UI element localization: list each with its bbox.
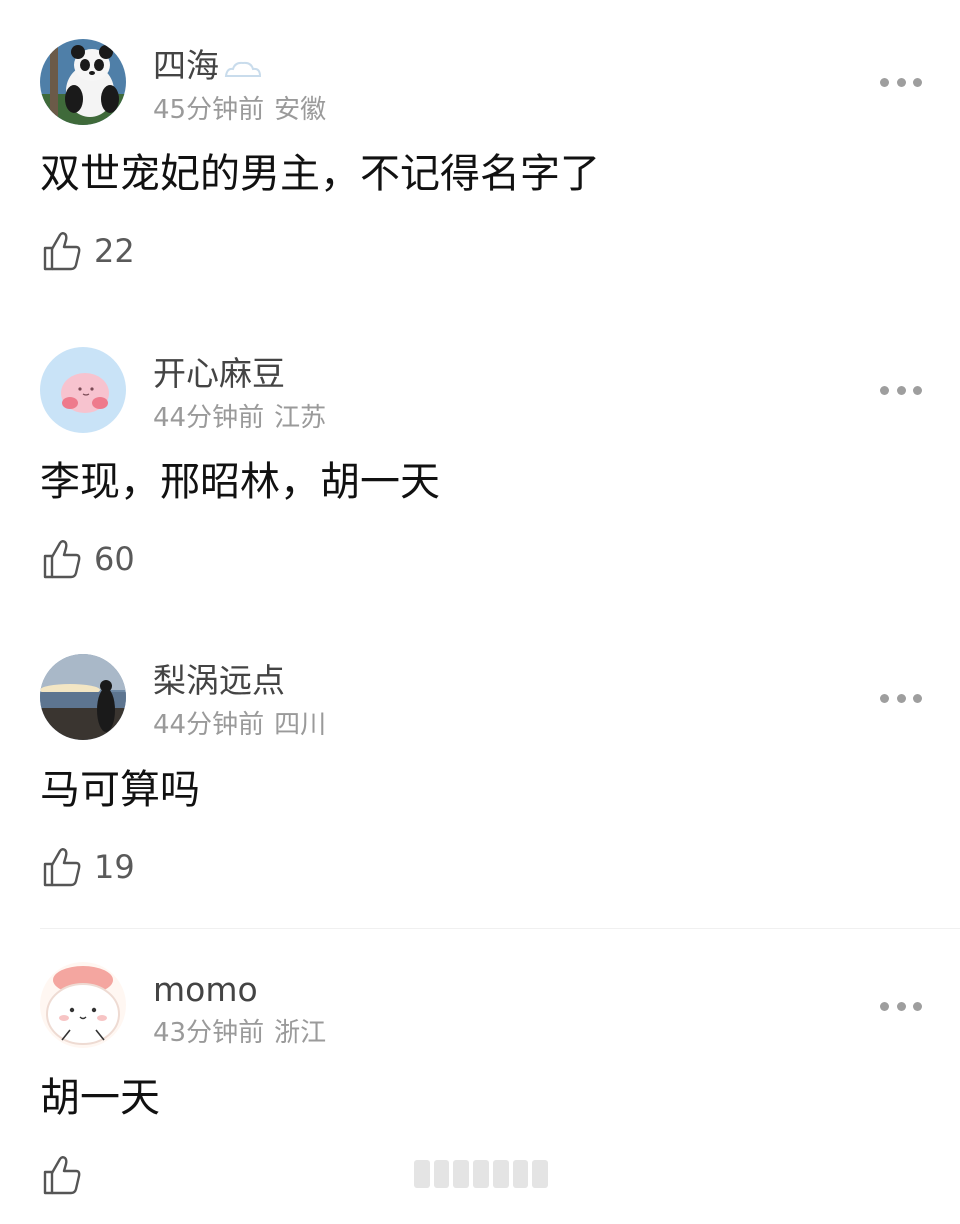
- like-button[interactable]: 19: [42, 845, 135, 889]
- like-button[interactable]: 22: [42, 229, 135, 273]
- like-button[interactable]: 60: [42, 537, 135, 581]
- comment-meta: 45分钟前 安徽: [153, 94, 326, 126]
- comment-text: 李现，邢昭林，胡一天: [40, 459, 440, 505]
- comment-time: 43分钟前: [153, 1018, 265, 1048]
- comment-time: 44分钟前: [153, 710, 265, 740]
- more-options-icon[interactable]: [880, 75, 922, 89]
- comment-text: 马可算吗: [40, 767, 200, 813]
- username[interactable]: 四海: [153, 46, 263, 88]
- comment-location: 安徽: [274, 95, 327, 125]
- comment-time: 44分钟前: [153, 403, 265, 433]
- avatar[interactable]: [40, 962, 126, 1048]
- comment-item: 四海 45分钟前 安徽 双世宠妃的男主，不记得名字了 22: [0, 0, 960, 300]
- more-options-icon[interactable]: [880, 999, 922, 1013]
- comment-meta: 44分钟前 四川: [153, 709, 326, 741]
- like-count: 60: [94, 540, 135, 578]
- thumbs-up-icon: [43, 1156, 81, 1195]
- comment-location: 浙江: [274, 1018, 327, 1048]
- cute-bun-avatar-icon: [40, 962, 126, 1048]
- comment-meta: 44分钟前 江苏: [153, 402, 326, 434]
- comment-item: 开心麻豆 44分钟前 江苏 李现，邢昭林，胡一天 60: [0, 308, 960, 608]
- username[interactable]: 开心麻豆: [153, 354, 285, 394]
- username[interactable]: 梨涡远点: [153, 661, 285, 701]
- thumbs-up-icon: [43, 848, 81, 887]
- comment-meta: 43分钟前 浙江: [153, 1017, 326, 1049]
- avatar[interactable]: [40, 39, 126, 125]
- comment-location: 四川: [274, 710, 327, 740]
- username[interactable]: momo: [153, 970, 258, 1010]
- like-button[interactable]: [42, 1153, 94, 1197]
- comment-text: 双世宠妃的男主，不记得名字了: [40, 151, 600, 197]
- comment-location: 江苏: [274, 403, 327, 433]
- like-count: 22: [94, 232, 135, 270]
- comment-item: 梨涡远点 44分钟前 四川 马可算吗 19: [0, 616, 960, 916]
- watermark: [414, 1158, 549, 1190]
- more-options-icon[interactable]: [880, 691, 922, 705]
- avatar[interactable]: [40, 347, 126, 433]
- sunset-photo-avatar-icon: [40, 654, 126, 740]
- more-options-icon[interactable]: [880, 383, 922, 397]
- comment-time: 45分钟前: [153, 95, 265, 125]
- pink-blob-avatar-icon: [40, 347, 126, 433]
- avatar[interactable]: [40, 654, 126, 740]
- thumbs-up-icon: [43, 540, 81, 579]
- cloud-badge-icon: [223, 48, 263, 88]
- like-count: 19: [94, 848, 135, 886]
- thumbs-up-icon: [43, 232, 81, 271]
- panda-avatar-icon: [40, 39, 126, 125]
- comment-text: 胡一天: [40, 1075, 160, 1121]
